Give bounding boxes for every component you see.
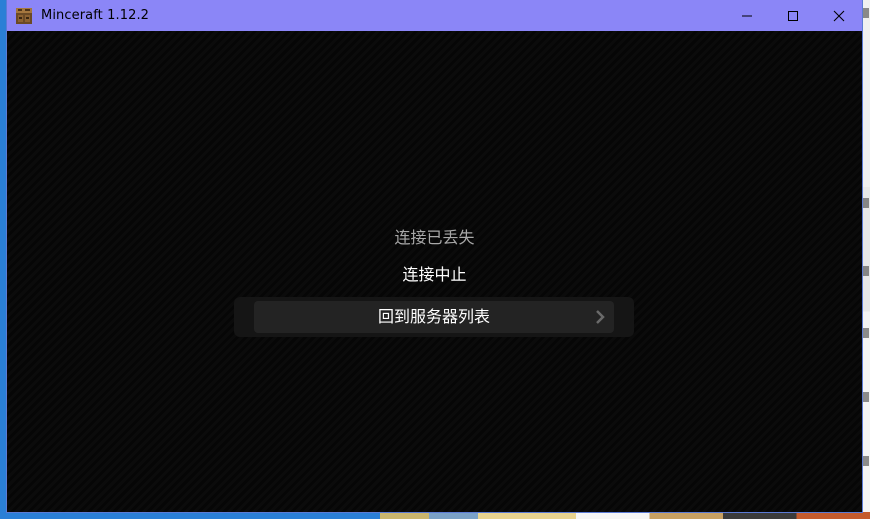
desktop-glyph [863,8,869,18]
disconnect-title: 连接已丢失 [394,228,475,247]
desktop-glyph [863,328,869,338]
desktop-glyph [863,456,869,466]
close-icon [833,10,845,22]
desktop-background-right [862,0,870,519]
crafting-table-icon [15,7,33,25]
disconnected-screen: 连接已丢失 连接中止 回到服务器列表 [7,31,862,512]
window-title: Minceraft 1.12.2 [41,8,150,23]
close-button[interactable] [816,0,862,31]
desktop-background-bottom [380,512,870,519]
title-bar[interactable]: Minceraft 1.12.2 [7,0,862,31]
disconnect-reason: 连接中止 [402,265,467,284]
minimize-icon [741,10,753,22]
window-controls [724,0,862,31]
desktop-glyph [863,392,869,402]
back-to-server-list-button[interactable]: 回到服务器列表 [234,297,634,337]
chevron-right-icon [593,309,607,325]
minimize-button[interactable] [724,0,770,31]
desktop-glyph [863,198,869,208]
desktop-glyph [863,266,869,276]
back-to-server-list-label: 回到服务器列表 [377,307,490,326]
maximize-button[interactable] [770,0,816,31]
minecraft-window: Minceraft 1.12.2 连接已丢失 连接中止 回到服务器列表 [7,0,862,512]
maximize-icon [787,10,799,22]
